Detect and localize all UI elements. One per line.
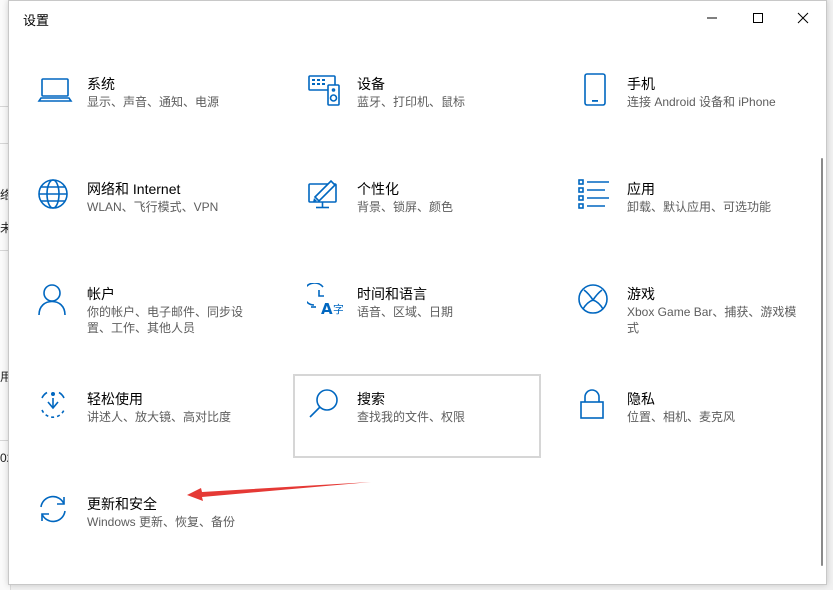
tile-update-security[interactable]: 更新和安全 Windows 更新、恢复、备份 [37, 493, 285, 577]
title-bar[interactable]: 设置 [9, 1, 826, 35]
tile-description: Windows 更新、恢复、备份 [87, 515, 236, 529]
background-text: 用 [0, 370, 8, 384]
tile-description: 蓝牙、打印机、鼠标 [357, 95, 466, 109]
tile-title: 时间和语言 [357, 286, 427, 302]
tile-title: 轻松使用 [87, 391, 143, 407]
tile-network[interactable]: 网络和 Internet WLAN、飞行模式、VPN [37, 178, 285, 262]
globe-icon [37, 178, 73, 214]
tile-description: 语音、区域、日期 [357, 305, 454, 319]
tile-devices[interactable]: 设备 蓝牙、打印机、鼠标 [307, 73, 555, 157]
tile-phone[interactable]: 手机 连接 Android 设备和 iPhone [577, 73, 825, 157]
tile-ease-of-access[interactable]: 轻松使用 讲述人、放大镜、高对比度 [37, 388, 285, 472]
tile-title: 手机 [627, 76, 655, 92]
devices-icon [307, 73, 343, 109]
tile-privacy[interactable]: 隐私 位置、相机、麦克风 [577, 388, 825, 472]
tile-title: 帐户 [87, 286, 115, 302]
minimize-button[interactable] [689, 1, 735, 35]
close-icon [797, 12, 809, 24]
tile-search[interactable]: 搜索 查找我的文件、权限 [293, 374, 541, 458]
laptop-icon [37, 73, 73, 109]
tile-title: 隐私 [627, 391, 655, 407]
tile-accounts[interactable]: 帐户 你的帐户、电子邮件、同步设置、工作、其他人员 [37, 283, 285, 367]
search-icon [307, 388, 343, 424]
tile-title: 设备 [357, 76, 385, 92]
minimize-icon [707, 17, 717, 19]
apps-list-icon [577, 178, 613, 214]
close-button[interactable] [780, 1, 826, 35]
lock-icon [577, 388, 613, 424]
person-icon [37, 283, 73, 319]
tile-personalization[interactable]: 个性化 背景、锁屏、颜色 [307, 178, 555, 262]
tile-description: 你的帐户、电子邮件、同步设置、工作、其他人员 [87, 305, 244, 335]
maximize-button[interactable] [735, 1, 781, 35]
tile-title: 搜索 [357, 391, 385, 407]
tile-description: Xbox Game Bar、捕获、游戏模式 [627, 305, 797, 335]
tile-title: 网络和 Internet [87, 181, 181, 197]
tile-title: 应用 [627, 181, 655, 197]
maximize-icon [753, 13, 763, 23]
background-text: 未 [0, 221, 8, 235]
tile-title: 更新和安全 [87, 496, 157, 512]
settings-window: 设置 系统 显示、声音、通知、电源 设备 蓝牙、打印机、鼠标 手机 连接 And… [8, 0, 827, 585]
time-language-icon: A字 [307, 283, 343, 319]
svg-text:A: A [321, 300, 333, 318]
tile-description: WLAN、飞行模式、VPN [87, 200, 219, 214]
tile-time-language[interactable]: A字 时间和语言 语音、区域、日期 [307, 283, 555, 367]
tile-apps[interactable]: 应用 卸载、默认应用、可选功能 [577, 178, 825, 262]
phone-icon [577, 73, 613, 109]
tile-description: 背景、锁屏、颜色 [357, 200, 454, 214]
personalization-icon [307, 178, 343, 214]
tile-description: 讲述人、放大镜、高对比度 [87, 410, 232, 424]
tile-title: 个性化 [357, 181, 399, 197]
tile-description: 查找我的文件、权限 [357, 410, 466, 424]
ease-of-access-icon [37, 388, 73, 424]
tile-description: 位置、相机、麦克风 [627, 410, 736, 424]
tile-gaming[interactable]: 游戏 Xbox Game Bar、捕获、游戏模式 [577, 283, 825, 367]
scrollbar[interactable] [821, 158, 823, 566]
tile-description: 连接 Android 设备和 iPhone [627, 95, 776, 109]
window-title: 设置 [23, 13, 50, 28]
svg-text:字: 字 [333, 302, 343, 316]
tile-title: 系统 [87, 76, 115, 92]
xbox-icon [577, 283, 613, 319]
tile-description: 显示、声音、通知、电源 [87, 95, 220, 109]
background-text: 络 [0, 188, 8, 202]
sync-icon [37, 493, 73, 529]
tile-description: 卸载、默认应用、可选功能 [627, 200, 772, 214]
background-text: 02 [0, 451, 8, 465]
tile-title: 游戏 [627, 286, 655, 302]
tile-system[interactable]: 系统 显示、声音、通知、电源 [37, 73, 285, 157]
